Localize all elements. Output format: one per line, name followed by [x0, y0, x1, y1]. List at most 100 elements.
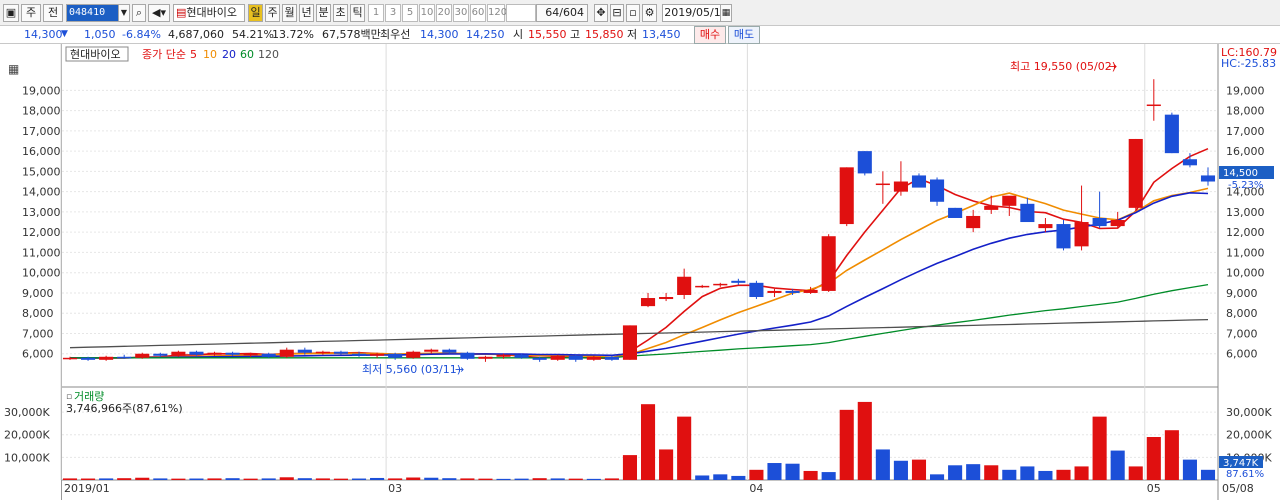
data-count-field[interactable]: 64/604 [536, 4, 588, 22]
volume-bar [875, 449, 890, 480]
current-price: 14,300 [24, 28, 63, 41]
save-icon[interactable]: ▫ [626, 4, 640, 22]
volume-tick-right: 30,000K [1226, 406, 1272, 419]
candle-body [821, 236, 836, 291]
price-tick-right: 10,000 [1226, 267, 1265, 280]
candle-body [315, 351, 330, 354]
candle-body [442, 349, 457, 353]
high-label: 고 [570, 28, 581, 41]
candle-body [875, 183, 890, 186]
candle-body [153, 353, 168, 356]
window-icon[interactable]: ▣ [3, 4, 19, 22]
gear-icon[interactable]: ⚙ [642, 4, 657, 22]
search-icon[interactable]: ⌕ [132, 4, 146, 22]
interval-30-button[interactable]: 30 [453, 4, 469, 22]
period-month-button[interactable]: 월 [282, 4, 297, 22]
date-tick-label: 05 [1147, 482, 1161, 495]
ma-legend-120: 120 [258, 48, 279, 61]
volume-bar [135, 477, 150, 480]
date-tick-label: 03 [388, 482, 402, 495]
candle-body [1110, 220, 1125, 227]
period-minute-button[interactable]: 분 [316, 4, 331, 22]
volume-tick-right: 20,000K [1226, 429, 1272, 442]
volume-bar [893, 460, 908, 480]
turnover-ratio: 13.72% [272, 28, 314, 41]
price-tick-left: 6,000 [22, 348, 54, 361]
candle-body [1002, 195, 1017, 206]
candle-body [333, 351, 348, 354]
price-tick-left: 16,000 [22, 145, 61, 158]
candle-body [550, 355, 565, 360]
volume-bar [857, 401, 872, 480]
candle-body [117, 356, 132, 359]
speaker-icon[interactable]: ◀▾ [148, 4, 170, 22]
chart-area[interactable]: ▦ 19,000 19,000 18,000 18,000 17,000 17,000 16… [0, 44, 1280, 500]
stock-code-input[interactable]: 048410 [66, 4, 120, 22]
volume-bar [821, 472, 836, 480]
volume-bar [388, 478, 403, 480]
volume-bar [478, 478, 493, 480]
volume-bar [207, 478, 222, 480]
volume-tick-left: 20,000K [4, 429, 50, 442]
price-tick-left: 7,000 [22, 327, 54, 340]
period-second-button[interactable]: 초 [333, 4, 348, 22]
volume-bar [370, 477, 385, 480]
price-tick-right: 6,000 [1226, 348, 1258, 361]
volume-bar [966, 464, 981, 480]
interval-10-button[interactable]: 10 [419, 4, 435, 22]
current-pct-text: -5.23% [1228, 180, 1263, 191]
crosshair-icon[interactable]: ✥ [594, 4, 608, 22]
market-type-select[interactable]: 주 [21, 4, 41, 22]
volume-bar [81, 478, 96, 480]
volume-value-label: 3,746,966주(87,61%) [66, 402, 183, 415]
volume-bar [713, 474, 728, 480]
market-scope-select[interactable]: 전 [43, 4, 63, 22]
candle-body [659, 297, 674, 300]
volume-bar [424, 477, 439, 480]
price-tick-right: 17,000 [1226, 125, 1265, 138]
candle-body [767, 290, 782, 293]
calendar-icon[interactable]: ▦ [720, 4, 732, 22]
sell-button[interactable]: 매도 [728, 26, 760, 44]
volume-panel-icon: ▫ [66, 392, 72, 402]
period-day-button[interactable]: 일 [248, 4, 263, 22]
interval-custom-input[interactable] [506, 4, 536, 22]
volume-bar [640, 404, 656, 480]
down-arrow-icon: ▼ [61, 29, 68, 39]
period-tick-button[interactable]: 틱 [350, 4, 365, 22]
period-week-button[interactable]: 주 [265, 4, 280, 22]
chevron-down-icon[interactable]: ▼ [118, 4, 130, 22]
candle-body [406, 351, 421, 358]
price-change-pct: -6.84% [122, 28, 161, 41]
buy-button[interactable]: 매수 [694, 26, 726, 44]
interval-20-button[interactable]: 20 [436, 4, 452, 22]
candle-body [749, 282, 764, 298]
stock-name-field[interactable]: ▤현대바이오 [173, 4, 245, 22]
interval-60-button[interactable]: 60 [470, 4, 486, 22]
candle-body [731, 280, 746, 283]
candle-body [297, 349, 312, 353]
interval-120-button[interactable]: 120 [487, 4, 507, 22]
interval-5-button[interactable]: 5 [402, 4, 418, 22]
volume-bar [568, 478, 583, 480]
interval-1-button[interactable]: 1 [368, 4, 384, 22]
period-year-button[interactable]: 년 [299, 4, 314, 22]
candle-body [135, 353, 150, 358]
volume-current-pct: 87.61% [1226, 469, 1264, 480]
zoom-icon[interactable]: ⊟ [610, 4, 624, 22]
quote-bar: 14,300 ▼ 1,050 -6.84% 4,687,060 54.21% 1… [0, 26, 1280, 44]
candle-body [640, 298, 656, 307]
volume-bar [1128, 466, 1143, 480]
high-annotation: 최고 19,550 (05/02) [1010, 60, 1116, 73]
volume-bar [351, 478, 367, 480]
volume-tick-left: 10,000K [4, 451, 50, 464]
interval-3-button[interactable]: 3 [385, 4, 401, 22]
current-price-marker-text: 14,500 [1223, 168, 1258, 179]
price-tick-left: 12,000 [22, 226, 61, 239]
price-chart-svg[interactable]: 19,000 19,000 18,000 18,000 17,000 17,000 16,0… [0, 44, 1280, 500]
volume-bar [261, 478, 276, 480]
price-tick-left: 8,000 [22, 307, 54, 320]
price-tick-left: 9,000 [22, 287, 54, 300]
ma-legend-5: 5 [190, 48, 197, 61]
volume-tick-left: 30,000K [4, 406, 50, 419]
